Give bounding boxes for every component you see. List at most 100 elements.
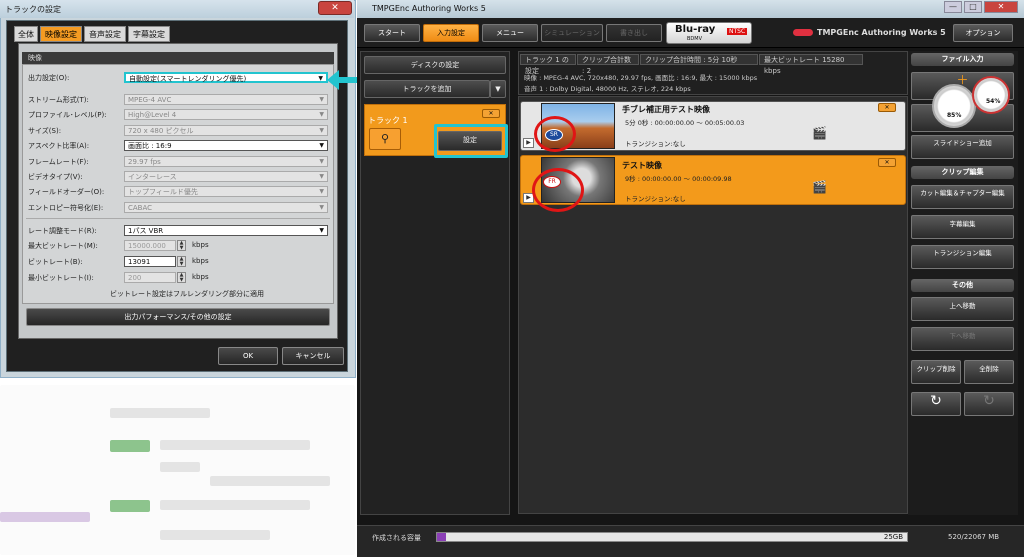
- tab-start[interactable]: スタート: [364, 24, 420, 42]
- capacity-bar: 25GB: [436, 532, 908, 542]
- rate-mode-label: レート調整モード(R):: [28, 227, 97, 235]
- redo-button[interactable]: ↻: [964, 392, 1014, 416]
- video-type-label: ビデオタイプ(V):: [28, 173, 83, 181]
- ok-button[interactable]: OK: [218, 347, 278, 365]
- chevron-down-icon: ▼: [495, 85, 501, 93]
- tab-menu[interactable]: メニュー: [482, 24, 538, 42]
- annotation-circle: [534, 116, 576, 152]
- chevron-down-icon: ▼: [319, 111, 324, 118]
- background-blur: [0, 512, 90, 522]
- size-value: 720 x 480 ピクセル: [128, 127, 194, 135]
- brand-text: TMPGEnc Authoring Works 5: [817, 28, 946, 37]
- subtitle-edit-button[interactable]: 字幕編集: [911, 215, 1014, 239]
- tab-audio[interactable]: 音声設定: [84, 26, 126, 42]
- background-blur: [160, 500, 310, 510]
- output-setting-select[interactable]: 自動設定(スマートレンダリング優先) ▼: [124, 72, 328, 83]
- size-select[interactable]: 720 x 480 ピクセル ▼: [124, 125, 328, 136]
- move-down-button[interactable]: 下へ移動: [911, 327, 1014, 351]
- clip-close-button[interactable]: ✕: [878, 103, 896, 112]
- slideshow-button[interactable]: スライドショー追加: [911, 135, 1014, 159]
- max-bitrate-input[interactable]: 15000.000: [124, 240, 176, 251]
- undo-button[interactable]: ↻: [911, 392, 961, 416]
- capacity-total: 520/22067 MB: [948, 533, 1000, 541]
- dialog-title: トラックの設定: [5, 5, 61, 14]
- move-up-button[interactable]: 上へ移動: [911, 297, 1014, 321]
- other-header: その他: [911, 279, 1014, 292]
- min-bitrate-spinner[interactable]: ▲ ▼: [177, 272, 186, 283]
- bitrate-input[interactable]: 13091: [124, 256, 176, 267]
- add-track-dropdown[interactable]: ▼: [490, 80, 506, 98]
- info-max-bitrate: 最大ビットレート 15280 kbps: [759, 54, 863, 75]
- add-track-button[interactable]: トラックを追加: [364, 80, 490, 98]
- size-label: サイズ(S):: [28, 127, 62, 135]
- app-close-button[interactable]: ✕: [984, 1, 1018, 13]
- delete-all-button[interactable]: 全削除: [964, 360, 1014, 384]
- cpu-gauge: 85%: [932, 84, 976, 128]
- background-blur: [110, 408, 210, 418]
- disc-settings-button[interactable]: ディスクの設定: [364, 56, 506, 74]
- bdmv-text: BDMV: [687, 36, 703, 42]
- profile-level-select[interactable]: High@Level 4 ▼: [124, 109, 328, 120]
- bitrate-spinner[interactable]: ▲ ▼: [177, 256, 186, 267]
- bluray-text: Blu-ray: [675, 24, 716, 35]
- transition-edit-button[interactable]: トランジション編集: [911, 245, 1014, 269]
- app-title: TMPGEnc Authoring Works 5: [372, 4, 486, 13]
- background-blur: [110, 500, 150, 512]
- tab-input[interactable]: 入力設定: [423, 24, 479, 42]
- minimize-button[interactable]: —: [944, 1, 962, 13]
- dialog-close-button[interactable]: ✕: [318, 1, 352, 15]
- clip-transition: トランジション:なし: [625, 195, 686, 203]
- chevron-down-icon: ▼: [319, 142, 324, 149]
- cancel-button[interactable]: キャンセル: [282, 347, 344, 365]
- clip-title: 手ブレ補正用テスト映像: [622, 105, 710, 114]
- rate-mode-select[interactable]: 1パス VBR ▼: [124, 225, 328, 236]
- field-order-select[interactable]: トップフィールド優先 ▼: [124, 186, 328, 197]
- clip-title: テスト映像: [622, 161, 662, 170]
- output-performance-button[interactable]: 出力パフォーマンス/その他の設定: [26, 308, 330, 326]
- aspect-label: アスペクト比率(A):: [28, 142, 90, 150]
- bluray-logo: Blu-ray BDMV NTSC: [666, 22, 752, 44]
- track-close-button[interactable]: ✕: [482, 109, 500, 118]
- play-icon[interactable]: ▶: [523, 138, 534, 148]
- aspect-select[interactable]: 画面比 : 16:9 ▼: [124, 140, 328, 151]
- video-type-select[interactable]: インターレース ▼: [124, 171, 328, 182]
- rate-mode-value: 1パス VBR: [128, 227, 164, 235]
- min-bitrate-unit: kbps: [192, 273, 209, 281]
- info-clip-count: クリップ合計数 : 2: [577, 54, 639, 75]
- framerate-value: 29.97 fps: [128, 158, 161, 166]
- chevron-down-icon: ▼: [319, 204, 324, 211]
- field-order-label: フィールドオーダー(O):: [28, 188, 105, 196]
- section-header: 映像: [22, 52, 334, 64]
- stream-format-label: ストリーム形式(T):: [28, 96, 89, 104]
- maximize-button[interactable]: □: [964, 1, 982, 13]
- video-type-value: インターレース: [128, 173, 177, 181]
- background-blur: [110, 440, 150, 452]
- entropy-select[interactable]: CABAC ▼: [124, 202, 328, 213]
- background-blur: [210, 476, 330, 486]
- clip-close-button[interactable]: ✕: [878, 158, 896, 167]
- option-button[interactable]: オプション: [953, 24, 1013, 42]
- framerate-select[interactable]: 29.97 fps ▼: [124, 156, 328, 167]
- profile-level-label: プロファイル･レベル(P):: [28, 111, 107, 119]
- max-bitrate-unit: kbps: [192, 241, 209, 249]
- tab-general[interactable]: 全体: [14, 26, 38, 42]
- tab-output[interactable]: 書き出し: [606, 24, 662, 42]
- gauge-value: 54%: [986, 98, 1001, 105]
- stream-format-select[interactable]: MPEG-4 AVC ▼: [124, 94, 328, 105]
- output-setting-value: 自動設定(スマートレンダリング優先): [129, 75, 247, 83]
- max-bitrate-spinner[interactable]: ▲ ▼: [177, 240, 186, 251]
- min-bitrate-input[interactable]: 200: [124, 272, 176, 283]
- tab-subtitle[interactable]: 字幕設定: [128, 26, 170, 42]
- clip-edit-header: クリップ編集: [911, 166, 1014, 179]
- tab-simulation[interactable]: シミュレーション: [541, 24, 603, 42]
- bitrate-note: ビットレート設定はフルレンダリング部分に適用: [110, 290, 264, 298]
- gauge-value: 85%: [947, 112, 962, 119]
- tab-video[interactable]: 映像設定: [40, 26, 82, 42]
- delete-clip-button[interactable]: クリップ削除: [911, 360, 961, 384]
- magnifier-icon[interactable]: ⚲: [369, 128, 401, 150]
- cut-edit-button[interactable]: カット編集＆チャプター編集: [911, 185, 1014, 209]
- track-settings-button[interactable]: 設定: [438, 131, 502, 151]
- background-blur: [160, 440, 310, 450]
- divider: [26, 218, 330, 219]
- brand-pill-icon: [793, 29, 813, 36]
